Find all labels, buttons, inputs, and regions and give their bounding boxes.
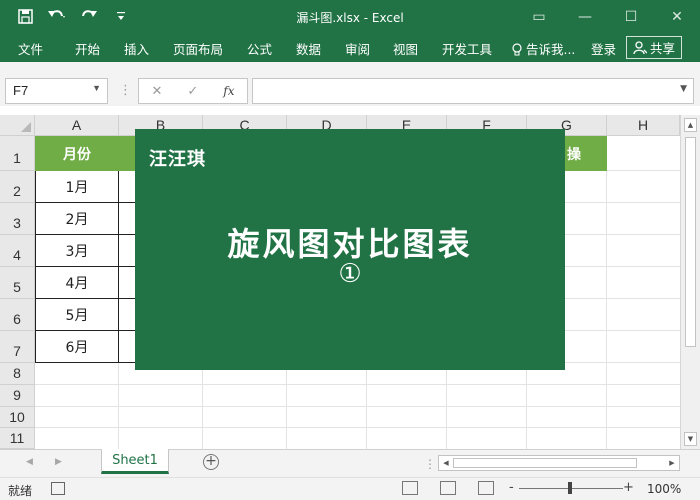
status-bar: 就绪 - + 100%: [0, 477, 700, 500]
normal-view-icon[interactable]: [402, 481, 418, 495]
row-header-5[interactable]: 5: [0, 267, 35, 299]
zoom-slider-thumb[interactable]: [568, 482, 572, 494]
tab-view[interactable]: 视图: [393, 39, 418, 58]
brand-name: 汪汪琪: [149, 149, 206, 170]
formula-input[interactable]: ▼: [252, 78, 694, 104]
lightbulb-icon: [512, 43, 522, 56]
row-header-11[interactable]: 11: [0, 428, 35, 449]
status-ready: 就绪: [8, 484, 33, 498]
tab-file[interactable]: 文件: [18, 39, 43, 58]
share-button[interactable]: 共享: [626, 36, 682, 59]
enter-icon[interactable]: ✓: [187, 84, 198, 99]
undo-icon[interactable]: [46, 5, 68, 27]
row-header-8[interactable]: 8: [0, 363, 35, 385]
sheet-tab-bar: ◀ ▶ Sheet1 + ⋮ ◀ ▶: [0, 449, 700, 477]
ribbon-display-options-icon[interactable]: ▭: [516, 0, 562, 33]
vertical-scrollbar[interactable]: ▲ ▼: [680, 115, 700, 449]
formula-buttons: ✕ ✓ fx: [138, 78, 248, 104]
tab-home[interactable]: 开始: [75, 39, 100, 58]
select-all-corner[interactable]: [0, 115, 35, 136]
ribbon-tabs: 文件 开始 插入 页面布局 公式 数据 审阅 视图 开发工具 告诉我... 登录…: [0, 33, 700, 62]
title-card-overlay: 汪汪琪 旋风图对比图表 ①: [135, 129, 565, 370]
prev-sheet-icon[interactable]: ◀: [26, 457, 33, 467]
ribbon-collapsed-area: [0, 62, 700, 76]
row-header-7[interactable]: 7: [0, 331, 35, 363]
row-header-3[interactable]: 3: [0, 203, 35, 235]
cell-a3[interactable]: 2月: [35, 203, 119, 235]
formula-bar: F7 ▼ ⋮ ✕ ✓ fx ▼: [0, 76, 700, 106]
cell-a5[interactable]: 4月: [35, 267, 119, 299]
select-all-triangle-icon: [21, 122, 31, 132]
cell-a4[interactable]: 3月: [35, 235, 119, 267]
cell-a1[interactable]: 月份: [35, 136, 119, 171]
page-layout-view-icon[interactable]: [440, 481, 456, 495]
row-header-1[interactable]: 1: [0, 136, 35, 171]
add-sheet-button[interactable]: +: [203, 454, 219, 470]
tab-page-layout[interactable]: 页面布局: [173, 39, 223, 58]
row-header-10[interactable]: 10: [0, 407, 35, 428]
customize-qat-icon[interactable]: [110, 5, 132, 27]
tell-me-label: 告诉我...: [525, 42, 576, 57]
name-box-value: F7: [13, 83, 29, 98]
overlay-number: ①: [338, 259, 362, 289]
cell-a7[interactable]: 6月: [35, 331, 119, 363]
minimize-button[interactable]: —: [562, 0, 608, 33]
sheet-tab-sheet1[interactable]: Sheet1: [101, 449, 169, 474]
title-bar: 漏斗图.xlsx - Excel ▭ — ☐ ✕: [0, 0, 700, 33]
scroll-up-icon[interactable]: ▲: [684, 118, 697, 132]
column-header-h[interactable]: H: [607, 115, 680, 136]
vertical-scroll-thumb[interactable]: [685, 137, 696, 347]
expand-formula-icon[interactable]: ▼: [680, 84, 687, 94]
cancel-icon[interactable]: ✕: [151, 84, 162, 99]
cell-a2[interactable]: 1月: [35, 171, 119, 203]
cell-g1[interactable]: 操: [565, 136, 607, 171]
row-header-2[interactable]: 2: [0, 171, 35, 203]
name-box[interactable]: F7 ▼: [5, 78, 108, 104]
share-label: 共享: [649, 41, 675, 56]
next-sheet-icon[interactable]: ▶: [55, 457, 62, 467]
tab-developer[interactable]: 开发工具: [442, 39, 492, 58]
tell-me-box[interactable]: 告诉我...: [512, 39, 575, 58]
tab-formulas[interactable]: 公式: [247, 39, 272, 58]
row-header-4[interactable]: 4: [0, 235, 35, 267]
quick-access-toolbar: [14, 5, 132, 27]
tab-review[interactable]: 审阅: [345, 39, 370, 58]
row-header-9[interactable]: 9: [0, 385, 35, 407]
insert-function-icon[interactable]: fx: [223, 84, 234, 98]
page-break-view-icon[interactable]: [478, 481, 494, 495]
sign-in-link[interactable]: 登录: [591, 39, 616, 58]
tab-split-handle[interactable]: ⋮: [424, 457, 436, 471]
column-header-a[interactable]: A: [35, 115, 119, 136]
tab-insert[interactable]: 插入: [124, 39, 149, 58]
scroll-down-icon[interactable]: ▼: [684, 432, 697, 446]
save-icon[interactable]: [14, 5, 36, 27]
window-controls: ▭ — ☐ ✕: [516, 0, 700, 33]
horizontal-scroll-thumb[interactable]: [453, 458, 637, 468]
person-icon: [633, 40, 647, 54]
scroll-left-icon[interactable]: ◀: [440, 457, 452, 469]
chevron-down-icon[interactable]: ▼: [92, 83, 101, 93]
cell-a6[interactable]: 5月: [35, 299, 119, 331]
horizontal-scrollbar[interactable]: ◀ ▶: [438, 455, 680, 471]
close-button[interactable]: ✕: [654, 0, 700, 33]
scroll-right-icon[interactable]: ▶: [666, 457, 678, 469]
row-header-6[interactable]: 6: [0, 299, 35, 331]
zoom-out-button[interactable]: -: [509, 480, 514, 495]
macro-record-icon[interactable]: [51, 482, 65, 495]
tab-data[interactable]: 数据: [296, 39, 321, 58]
more-options-icon[interactable]: ⋮: [119, 83, 132, 98]
redo-icon[interactable]: [78, 5, 100, 27]
maximize-button[interactable]: ☐: [608, 0, 654, 33]
zoom-in-button[interactable]: +: [623, 480, 634, 495]
zoom-level[interactable]: 100%: [647, 482, 681, 496]
